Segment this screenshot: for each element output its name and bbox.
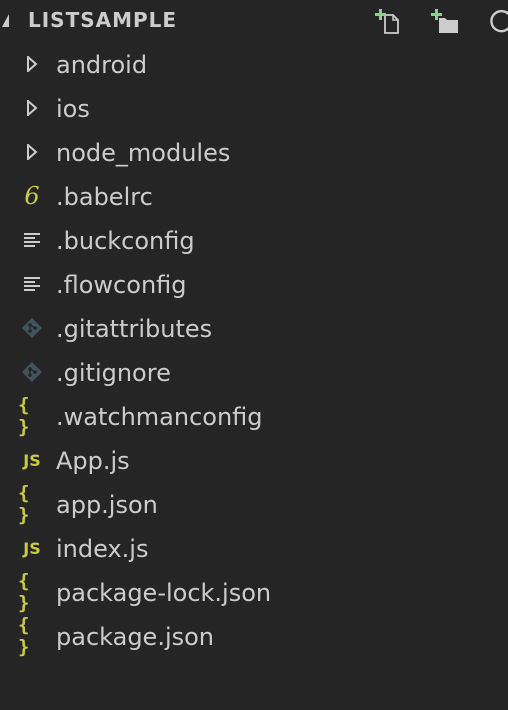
tree-item-gitattributes[interactable]: .gitattributes	[0, 306, 508, 350]
project-title[interactable]: LISTSAMPLE	[28, 8, 177, 32]
tree-item-label: .buckconfig	[56, 227, 195, 255]
json-icon: { }	[18, 394, 31, 438]
tree-item-app-json[interactable]: { } app.json	[0, 482, 508, 526]
tree-item-label: package-lock.json	[56, 579, 272, 607]
babel-icon: 6	[24, 182, 40, 210]
explorer-header[interactable]: LISTSAMPLE	[0, 0, 508, 42]
tree-item-watchmanconfig[interactable]: { } .watchmanconfig	[0, 394, 508, 438]
new-folder-button[interactable]	[430, 6, 460, 36]
tree-item-label: index.js	[56, 535, 149, 563]
tree-item-label: .watchmanconfig	[56, 403, 263, 431]
refresh-icon	[490, 9, 508, 33]
tree-item-gitignore[interactable]: .gitignore	[0, 350, 508, 394]
explorer-panel: LISTSAMPLE android ios node_modules 6 .b…	[0, 0, 508, 710]
tree-item-label: .gitignore	[56, 359, 171, 387]
js-icon: JS	[23, 538, 41, 558]
tree-item-label: .flowconfig	[56, 271, 187, 299]
file-tree: android ios node_modules 6 .babelrc .buc…	[0, 42, 508, 682]
tree-item-buckconfig[interactable]: .buckconfig	[0, 218, 508, 262]
json-icon: { }	[18, 570, 31, 614]
tree-item-label: .gitattributes	[56, 315, 213, 343]
new-folder-icon	[431, 9, 458, 33]
tree-item-babelrc[interactable]: 6 .babelrc	[0, 174, 508, 218]
tree-item-package-lock-json[interactable]: { } package-lock.json	[0, 570, 508, 614]
tree-item-android[interactable]: android	[0, 42, 508, 86]
lines-icon	[18, 262, 46, 306]
tree-item-label: .babelrc	[56, 183, 153, 211]
lines-icon	[18, 218, 46, 262]
new-file-button[interactable]	[374, 6, 404, 36]
chevron-right-icon[interactable]	[18, 86, 46, 130]
tree-item-label: android	[56, 51, 148, 79]
tree-item-app-js[interactable]: JS App.js	[0, 438, 508, 482]
git-icon	[18, 306, 46, 350]
js-icon: JS	[23, 450, 41, 470]
tree-item-index-js[interactable]: JS index.js	[0, 526, 508, 570]
tree-item-label: ios	[56, 95, 90, 123]
json-icon: { }	[18, 482, 31, 526]
tree-item-label: App.js	[56, 447, 130, 475]
tree-item-flowconfig[interactable]: .flowconfig	[0, 262, 508, 306]
chevron-right-icon[interactable]	[18, 42, 46, 86]
new-file-icon	[375, 9, 399, 34]
tree-item-label: node_modules	[56, 139, 231, 167]
json-icon: { }	[18, 614, 31, 658]
tree-item-package-json[interactable]: { } package.json	[0, 614, 508, 658]
header-actions	[374, 6, 508, 36]
collapse-caret-icon[interactable]	[2, 14, 9, 27]
chevron-right-icon[interactable]	[18, 130, 46, 174]
refresh-button[interactable]	[486, 6, 508, 36]
tree-item-ios[interactable]: ios	[0, 86, 508, 130]
tree-item-label: package.json	[56, 623, 215, 651]
tree-item-label: app.json	[56, 491, 158, 519]
tree-item-node-modules[interactable]: node_modules	[0, 130, 508, 174]
git-icon	[18, 350, 46, 394]
